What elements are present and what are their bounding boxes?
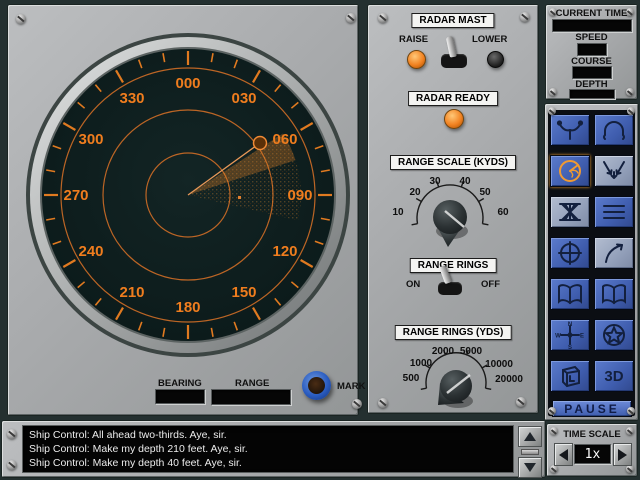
range-scale-knob[interactable] bbox=[433, 200, 468, 247]
svg-text:40: 40 bbox=[459, 176, 471, 187]
svg-text:090: 090 bbox=[287, 187, 312, 204]
chart-box-button[interactable] bbox=[550, 360, 590, 392]
svg-text:210: 210 bbox=[119, 284, 144, 301]
incoming-contacts-button[interactable] bbox=[594, 155, 634, 187]
current-time-label: CURRENT TIME bbox=[546, 8, 637, 19]
console-line: Ship Control: Make my depth 40 feet. Aye… bbox=[29, 456, 507, 470]
radar-controls-panel: RADAR MAST RAISE LOWER RADAR READY RANGE… bbox=[368, 5, 538, 413]
manual-book-button[interactable] bbox=[594, 278, 634, 310]
svg-text:10000: 10000 bbox=[485, 359, 513, 370]
svg-text:500: 500 bbox=[403, 373, 420, 384]
screw-icon bbox=[548, 407, 556, 415]
contact-blip bbox=[238, 196, 241, 199]
time-scale-decrease-button[interactable] bbox=[554, 443, 573, 466]
radar-station-screen: 000 030 060 090 120 150 180 210 240 270 … bbox=[0, 0, 640, 480]
svg-text:30: 30 bbox=[429, 176, 441, 187]
mission-star-button[interactable] bbox=[594, 319, 634, 351]
range-display bbox=[211, 389, 291, 405]
svg-text:W: W bbox=[555, 334, 561, 340]
svg-text:E: E bbox=[580, 334, 584, 340]
svg-text:150: 150 bbox=[231, 284, 256, 301]
screw-icon bbox=[7, 429, 17, 439]
sonar-headphones-button[interactable] bbox=[594, 114, 634, 146]
time-scale-increase-button[interactable] bbox=[613, 443, 632, 466]
knob-graphics: 10 20 30 40 50 60 500 bbox=[368, 5, 538, 413]
helm-yoke-button[interactable] bbox=[550, 114, 590, 146]
time-scale-display: 1x bbox=[574, 444, 611, 464]
scope-panel: 000 030 060 090 120 150 180 210 240 270 … bbox=[8, 5, 358, 415]
screw-icon bbox=[550, 465, 558, 473]
svg-text:20000: 20000 bbox=[495, 374, 523, 385]
screw-icon bbox=[627, 407, 635, 415]
message-console-frame: Ship Control: All ahead two-thirds. Aye,… bbox=[2, 421, 545, 477]
current-time-display bbox=[552, 19, 632, 32]
console-line: Ship Control: All ahead two-thirds. Aye,… bbox=[29, 428, 507, 442]
three-d-view-button[interactable]: 3D bbox=[594, 360, 634, 392]
console-scroll-down-button[interactable] bbox=[518, 457, 542, 478]
time-scale-title: TIME SCALE bbox=[547, 429, 637, 440]
pause-button[interactable]: PAUSE bbox=[552, 400, 632, 417]
time-scale-panel: TIME SCALE 1x bbox=[547, 424, 637, 476]
log-book-button[interactable] bbox=[550, 278, 590, 310]
svg-text:2000: 2000 bbox=[432, 346, 455, 357]
status-panel: CURRENT TIME SPEED COURSE DEPTH bbox=[546, 5, 637, 99]
svg-text:120: 120 bbox=[272, 243, 297, 260]
svg-text:S: S bbox=[568, 345, 572, 349]
svg-text:240: 240 bbox=[78, 243, 103, 260]
console-scrollbar bbox=[518, 426, 542, 472]
mark-button-face bbox=[308, 377, 325, 394]
range-rings-yds-knob[interactable] bbox=[438, 370, 473, 408]
svg-text:270: 270 bbox=[63, 187, 88, 204]
radar-scope[interactable]: 000 030 060 090 120 150 180 210 240 270 … bbox=[8, 5, 358, 415]
message-console: Ship Control: All ahead two-thirds. Aye,… bbox=[22, 425, 514, 473]
compass-rose-button[interactable]: N S E W bbox=[550, 319, 590, 351]
speed-label: SPEED bbox=[546, 32, 637, 43]
range-label: RANGE bbox=[235, 378, 269, 389]
svg-text:50: 50 bbox=[479, 187, 491, 198]
screw-icon bbox=[626, 465, 634, 473]
navigation-crosshair-button[interactable] bbox=[550, 237, 590, 269]
console-line: Ship Control: Make my depth 210 feet. Ay… bbox=[29, 442, 507, 456]
maneuver-curve-button[interactable] bbox=[594, 237, 634, 269]
svg-text:10: 10 bbox=[392, 207, 404, 218]
speed-display bbox=[577, 43, 607, 56]
bearing-display bbox=[155, 389, 205, 404]
depth-display bbox=[569, 89, 615, 99]
three-d-label: 3D bbox=[604, 368, 623, 385]
status-bars-button[interactable] bbox=[594, 196, 634, 228]
svg-text:60: 60 bbox=[497, 207, 509, 218]
mark-button[interactable] bbox=[302, 371, 331, 400]
svg-text:20: 20 bbox=[409, 187, 421, 198]
mark-label: MARK bbox=[337, 381, 366, 392]
svg-text:300: 300 bbox=[78, 131, 103, 148]
svg-text:N: N bbox=[568, 322, 572, 328]
svg-text:180: 180 bbox=[175, 299, 200, 316]
console-scroll-up-button[interactable] bbox=[518, 426, 542, 447]
course-display bbox=[572, 66, 612, 79]
svg-text:060: 060 bbox=[272, 131, 297, 148]
svg-text:1000: 1000 bbox=[410, 358, 433, 369]
svg-text:5000: 5000 bbox=[460, 346, 483, 357]
screw-icon bbox=[548, 107, 556, 115]
screw-icon bbox=[627, 107, 635, 115]
bearing-label: BEARING bbox=[158, 378, 202, 389]
screw-icon bbox=[7, 460, 17, 470]
console-scroll-thumb[interactable] bbox=[521, 449, 539, 455]
svg-text:000: 000 bbox=[175, 75, 200, 92]
periscope-optics-button[interactable] bbox=[550, 196, 590, 228]
radar-station-button[interactable] bbox=[550, 155, 590, 187]
svg-text:030: 030 bbox=[231, 90, 256, 107]
station-buttons-panel: N S E W 3D PAUSE bbox=[545, 104, 638, 420]
svg-text:330: 330 bbox=[119, 90, 144, 107]
